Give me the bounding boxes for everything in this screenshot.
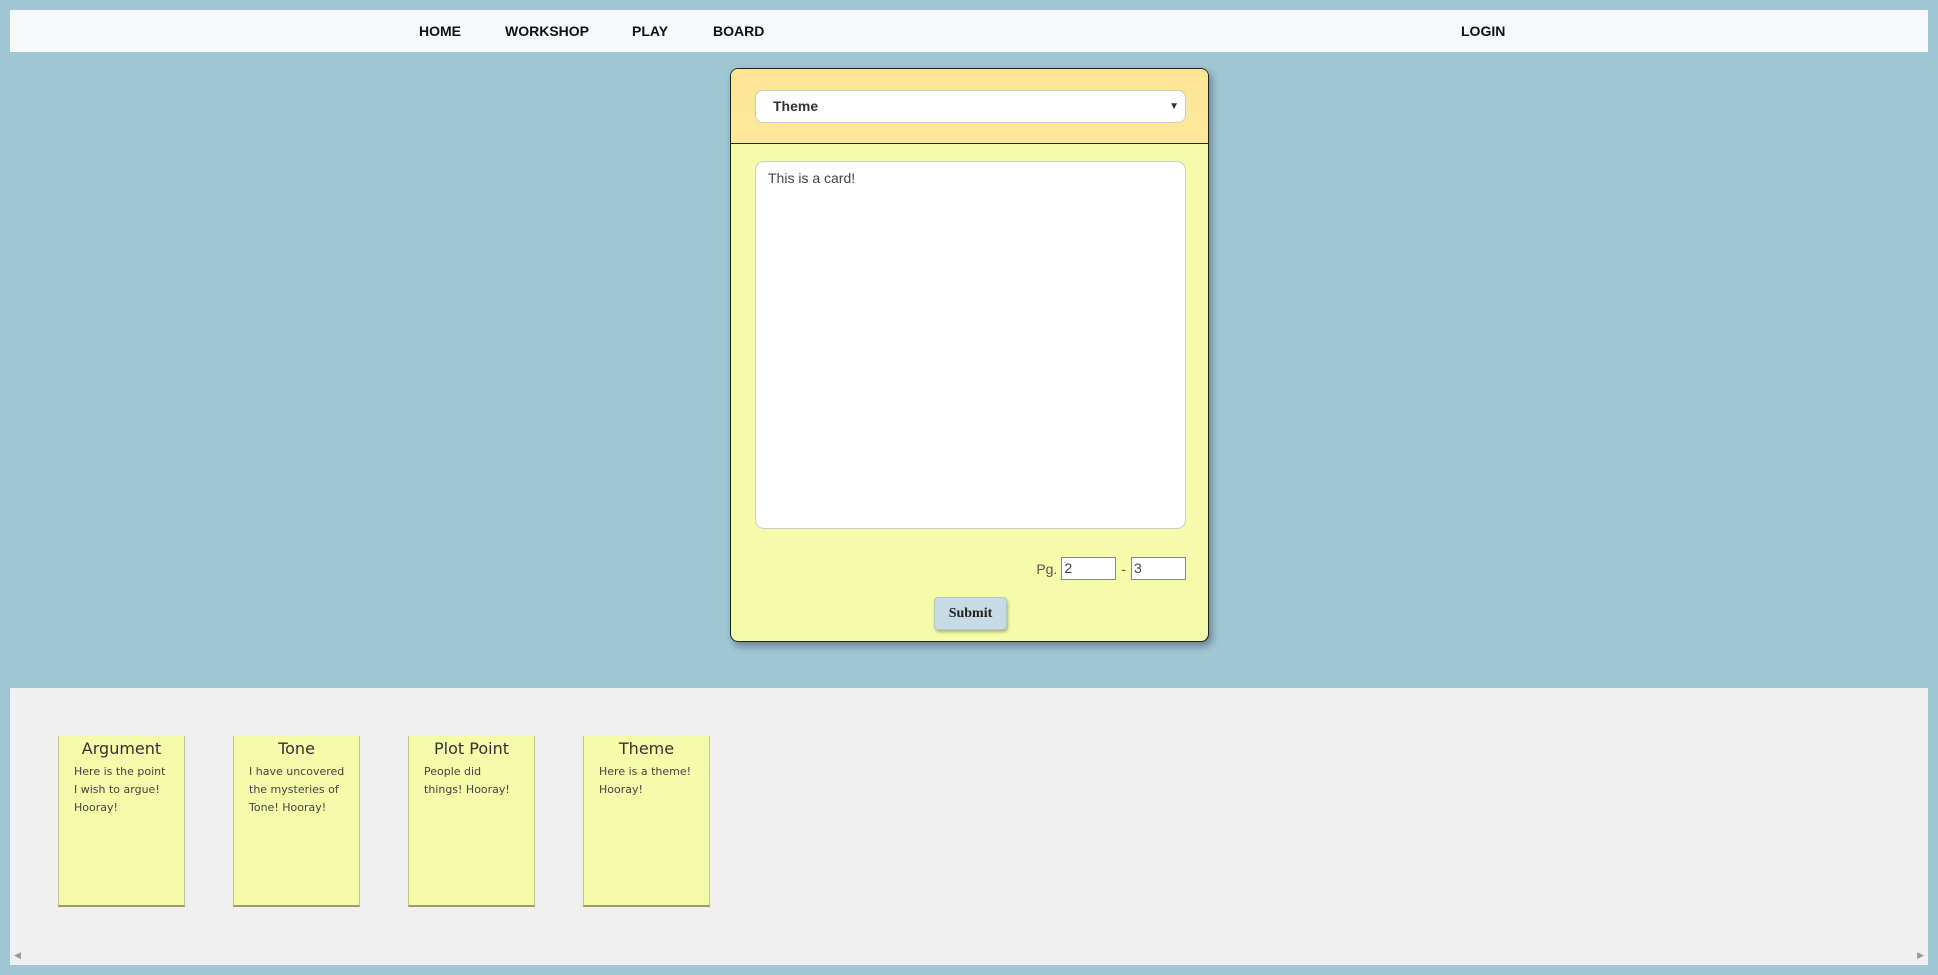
nav-workshop-link[interactable]: WORKSHOP: [505, 10, 589, 52]
card-editor: Theme ▼ This is a card! Pg. 2 - 3 Submit: [730, 68, 1209, 642]
card-body: People did things! Hooray!: [424, 765, 510, 796]
scroll-right-icon[interactable]: ▶: [1917, 950, 1924, 961]
card-board[interactable]: Argument Here is the point I wish to arg…: [10, 688, 1928, 965]
card-type-select[interactable]: Theme ▼: [755, 90, 1186, 123]
card-title: Tone: [278, 739, 315, 758]
page-range-separator: -: [1121, 560, 1126, 577]
card-title: Argument: [81, 739, 162, 758]
nav-play-link[interactable]: PLAY: [632, 10, 668, 52]
nav-login-link[interactable]: LOGIN: [1461, 10, 1505, 52]
card-title: Theme: [618, 739, 675, 758]
card-type-select-value: Theme: [773, 98, 819, 114]
chevron-down-icon: ▼: [1169, 101, 1179, 112]
card-title: Plot Point: [434, 739, 509, 758]
nav-board-link[interactable]: BOARD: [713, 10, 764, 52]
board-card-theme[interactable]: Theme Here is a theme! Hooray!: [583, 736, 710, 907]
board-card-plot-point[interactable]: Plot Point People did things! Hooray!: [408, 736, 535, 907]
page-label: Pg.: [1036, 560, 1058, 577]
top-navbar: HOME WORKSHOP PLAY BOARD LOGIN: [10, 10, 1928, 52]
board-card-tone[interactable]: Tone I have uncovered the mysteries of T…: [233, 736, 360, 907]
submit-button[interactable]: Submit: [934, 597, 1007, 630]
editor-header: Theme ▼: [731, 69, 1208, 144]
card-body: Here is the point I wish to argue! Hoora…: [74, 765, 166, 814]
card-body: I have uncovered the mysteries of Tone! …: [249, 765, 345, 814]
card-text-area[interactable]: This is a card!: [755, 161, 1186, 529]
scroll-left-icon[interactable]: ◀: [14, 950, 21, 961]
page-to-input[interactable]: 3: [1131, 557, 1186, 580]
board-card-argument[interactable]: Argument Here is the point I wish to arg…: [58, 736, 185, 907]
card-body: Here is a theme! Hooray!: [599, 765, 692, 796]
nav-home-link[interactable]: HOME: [419, 10, 461, 52]
page-from-input[interactable]: 2: [1061, 557, 1117, 580]
page-range: Pg. 2 - 3: [1036, 557, 1186, 580]
